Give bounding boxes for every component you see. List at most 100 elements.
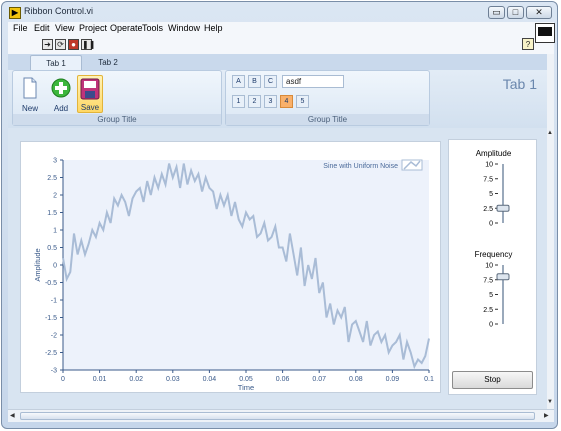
amplitude-tick-label: 5 — [489, 191, 493, 198]
menu-help[interactable]: Help — [204, 23, 223, 33]
horizontal-scroll-thumb[interactable] — [20, 412, 535, 420]
ribbon-group-1: New Add Save Group Title — [12, 70, 222, 126]
vi-icon — [535, 23, 555, 43]
menu-operate[interactable]: Operate — [110, 23, 143, 33]
menu-bar: File Edit View Project Operate Tools Win… — [8, 22, 554, 36]
y-tick-label: 1.5 — [47, 210, 57, 217]
title-bar: ▶ Ribbon Control.vi ▭ □ ✕ — [2, 2, 557, 22]
letter-button-b[interactable]: B — [248, 75, 261, 88]
x-tick-label: 0.05 — [239, 376, 253, 383]
ribbon-big-label: Tab 1 — [502, 76, 537, 92]
controls-panel: Amplitude 10 7.5 5 2.5 0 Frequency 10 7.5 5 2.5… — [448, 139, 537, 395]
tab-1[interactable]: Tab 1 — [30, 55, 82, 70]
waveform-chart: 0 0.01 0.02 0.03 0.04 0.05 0.06 0.07 0.08 0.09 0.1… — [33, 158, 434, 393]
stop-button[interactable]: Stop — [452, 371, 533, 389]
scroll-down-arrow-icon[interactable]: ▼ — [547, 399, 553, 405]
close-icon[interactable]: ✕ — [526, 6, 552, 19]
group-2-title: Group Title — [226, 114, 429, 125]
number-button-1[interactable]: 1 — [232, 95, 245, 108]
group-1-title: Group Title — [13, 114, 221, 125]
number-button-2[interactable]: 2 — [248, 95, 261, 108]
y-tick-label: -2 — [51, 333, 57, 340]
y-axis-label: Amplitude — [33, 248, 42, 281]
x-tick-label: 0.08 — [349, 376, 363, 383]
add-icon — [51, 78, 71, 98]
app-window: ▶ Ribbon Control.vi ▭ □ ✕ File Edit View… — [1, 1, 558, 429]
vertical-scrollbar[interactable]: ▲ ▼ — [547, 54, 554, 409]
menu-project[interactable]: Project — [79, 23, 107, 33]
frequency-tick-label: 5 — [489, 292, 493, 299]
horizontal-scrollbar[interactable]: ◀ ▶ — [8, 409, 554, 423]
y-tick-label: 2 — [53, 193, 57, 200]
tab-2[interactable]: Tab 2 — [82, 55, 134, 70]
frequency-tick-label: 10 — [485, 263, 493, 270]
frequency-tick-label: 2.5 — [483, 307, 493, 314]
minimize-icon[interactable]: ▭ — [488, 6, 505, 19]
text-field[interactable]: asdf — [282, 75, 344, 88]
vi-icon-screen — [538, 27, 552, 36]
ribbon: Tab 1 Tab 2 New Add Save Group Title A B… — [8, 54, 547, 128]
amplitude-slider-thumb[interactable] — [496, 204, 510, 212]
scroll-right-arrow-icon[interactable]: ▶ — [544, 412, 549, 419]
save-button[interactable]: Save — [77, 75, 103, 113]
x-tick-label: 0.06 — [276, 376, 290, 383]
new-document-icon — [23, 77, 37, 99]
x-tick-label: 0.03 — [166, 376, 180, 383]
new-button[interactable]: New — [17, 75, 43, 113]
waveform-chart-panel: 0 0.01 0.02 0.03 0.04 0.05 0.06 0.07 0.08 0.09 0.1… — [20, 141, 441, 393]
labview-app-icon: ▶ — [9, 7, 21, 19]
pause-icon[interactable]: ❚❚ — [81, 39, 95, 50]
frequency-slider[interactable]: 10 7.5 5 2.5 0 — [449, 261, 538, 333]
x-tick-label: 0.01 — [93, 376, 107, 383]
frequency-slider-graphic[interactable]: 10 7.5 5 2.5 0 — [449, 261, 538, 333]
x-tick-label: 0.09 — [386, 376, 400, 383]
x-tick-label: 0 — [61, 376, 65, 383]
frequency-label: Frequency — [474, 250, 513, 259]
menu-file[interactable]: File — [13, 23, 28, 33]
scroll-up-arrow-icon[interactable]: ▲ — [547, 130, 553, 136]
amplitude-tick-label: 2.5 — [483, 206, 493, 213]
add-button[interactable]: Add — [48, 75, 74, 113]
run-arrow-icon[interactable]: ➜ — [42, 39, 53, 50]
y-tick-label: -2.5 — [45, 350, 57, 357]
x-tick-label: 0.07 — [312, 376, 326, 383]
letter-button-a[interactable]: A — [232, 75, 245, 88]
legend-label: Sine with Uniform Noise — [323, 163, 398, 170]
maximize-icon[interactable]: □ — [507, 6, 524, 19]
amplitude-slider[interactable]: 10 7.5 5 2.5 0 — [449, 160, 538, 232]
x-tick-label: 0.04 — [203, 376, 217, 383]
y-tick-label: -0.5 — [45, 280, 57, 287]
context-help-button[interactable]: ? — [522, 38, 534, 50]
scroll-left-arrow-icon[interactable]: ◀ — [10, 412, 15, 419]
new-button-label: New — [21, 104, 38, 113]
status-strip — [8, 422, 554, 428]
window-title: Ribbon Control.vi — [24, 6, 94, 16]
plot-area — [63, 160, 429, 370]
save-button-label: Save — [80, 103, 100, 112]
toolbar: ➜ ⟳ ● ❚❚ ? — [8, 23, 555, 55]
menu-tools[interactable]: Tools — [142, 23, 163, 33]
amplitude-tick-label: 0 — [489, 221, 493, 228]
frequency-tick-label: 0 — [489, 322, 493, 329]
abort-icon[interactable]: ● — [68, 39, 79, 50]
frequency-slider-thumb[interactable] — [496, 273, 510, 281]
menu-window[interactable]: Window — [168, 23, 200, 33]
y-tick-label: 0 — [53, 263, 57, 270]
amplitude-tick-label: 10 — [485, 162, 493, 169]
number-button-4[interactable]: 4 — [280, 95, 293, 108]
number-button-5[interactable]: 5 — [296, 95, 309, 108]
y-tick-label: 3 — [53, 158, 57, 165]
menu-edit[interactable]: Edit — [34, 23, 50, 33]
frequency-tick-label: 7.5 — [483, 277, 493, 284]
legend-swatch-icon — [401, 159, 423, 171]
ribbon-tabs: Tab 1 Tab 2 — [8, 54, 547, 70]
x-tick-label: 0.02 — [129, 376, 143, 383]
letter-button-c[interactable]: C — [264, 75, 277, 88]
x-axis-label: Time — [238, 383, 254, 392]
menu-view[interactable]: View — [55, 23, 74, 33]
y-tick-label: 1 — [53, 228, 57, 235]
y-tick-label: -3 — [51, 368, 57, 375]
amplitude-slider-graphic[interactable]: 10 7.5 5 2.5 0 — [449, 160, 538, 232]
number-button-3[interactable]: 3 — [264, 95, 277, 108]
run-continuously-icon[interactable]: ⟳ — [55, 39, 66, 50]
